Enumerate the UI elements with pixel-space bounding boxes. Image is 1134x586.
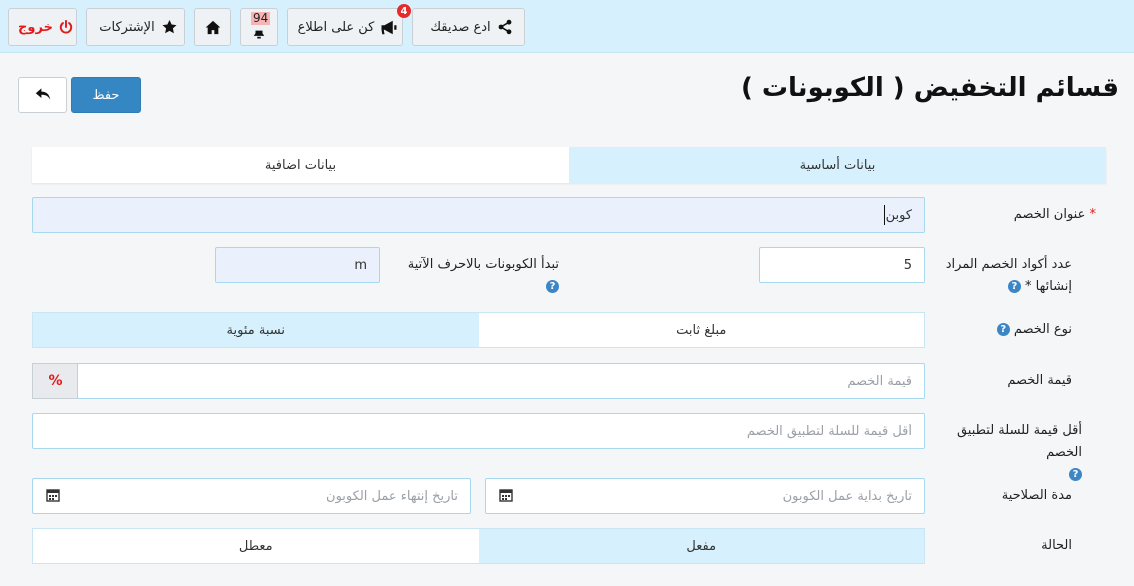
discount-title-label: * عنوان الخصم bbox=[926, 204, 1096, 226]
notifications-count: 94 bbox=[251, 11, 271, 25]
help-icon[interactable]: ? bbox=[546, 280, 559, 293]
stay-informed-button[interactable]: 4 كن على اطلاع bbox=[287, 4, 411, 46]
codes-count-label: عدد أكواد الخصم المراد إنشائها * ? bbox=[927, 254, 1072, 298]
discount-type-label: نوع الخصم ? bbox=[932, 319, 1072, 341]
bell-icon bbox=[252, 30, 266, 40]
help-icon[interactable]: ? bbox=[1069, 468, 1082, 481]
discount-title-label-text: عنوان الخصم bbox=[1013, 207, 1086, 222]
codes-count-required-mark: * bbox=[1025, 279, 1032, 294]
discount-value-label: قيمة الخصم bbox=[1007, 373, 1072, 388]
stay-informed-label: كن على اطلاع bbox=[297, 19, 375, 35]
power-icon bbox=[59, 20, 73, 34]
tab-additional-info[interactable]: بيانات اضافية bbox=[32, 147, 569, 183]
top-bar: خروج الإشتركات 94 4 كن على اطلاع ادع صدي… bbox=[0, 0, 1134, 53]
status-toggle: مفعل معطل bbox=[32, 528, 925, 564]
star-icon bbox=[161, 19, 178, 35]
start-date-input[interactable] bbox=[485, 478, 925, 514]
discount-title-input[interactable] bbox=[32, 197, 925, 233]
home-button[interactable] bbox=[194, 8, 231, 46]
validity-label: مدة الصلاحية bbox=[1001, 488, 1072, 503]
end-date-field bbox=[32, 478, 471, 514]
invite-friend-label: ادع صديقك bbox=[430, 19, 491, 35]
megaphone-icon bbox=[380, 20, 398, 35]
invite-friend-button[interactable]: ادع صديقك bbox=[412, 8, 525, 46]
status-label: الحالة bbox=[1041, 538, 1072, 553]
help-icon[interactable]: ? bbox=[996, 323, 1010, 336]
percent-addon: % bbox=[32, 363, 78, 399]
tab-basic-info[interactable]: بيانات أساسية bbox=[569, 147, 1106, 183]
codes-count-input[interactable] bbox=[759, 247, 925, 283]
share-icon bbox=[497, 19, 513, 35]
back-button[interactable] bbox=[18, 77, 67, 113]
help-icon[interactable]: ? bbox=[1007, 280, 1021, 293]
subscriptions-button[interactable]: الإشتركات bbox=[86, 8, 185, 46]
start-date-field bbox=[485, 478, 925, 514]
home-icon bbox=[205, 20, 221, 35]
prefix-label-text: تبدأ الكوبونات بالاحرف الآتية bbox=[407, 257, 559, 272]
notifications-button[interactable]: 94 bbox=[240, 8, 278, 46]
status-disabled[interactable]: معطل bbox=[33, 529, 479, 563]
page-title: قسائم التخفيض ( الكوبونات ) bbox=[740, 73, 1119, 103]
subscriptions-label: الإشتركات bbox=[99, 19, 155, 35]
end-date-input[interactable] bbox=[32, 478, 471, 514]
min-cart-input[interactable] bbox=[32, 413, 925, 449]
discount-value-input[interactable] bbox=[77, 363, 925, 399]
min-cart-label-text: أقل قيمة للسلة لتطبيق الخصم bbox=[956, 423, 1082, 460]
status-enabled[interactable]: مفعل bbox=[478, 529, 924, 563]
logout-button[interactable]: خروج bbox=[8, 8, 77, 46]
discount-type-percent[interactable]: نسبة مئوية bbox=[33, 313, 479, 347]
stay-informed-badge: 4 bbox=[397, 4, 411, 18]
min-cart-label: أقل قيمة للسلة لتطبيق الخصم ? bbox=[932, 420, 1082, 486]
form-tabs: بيانات أساسية بيانات اضافية bbox=[32, 147, 1106, 183]
prefix-input[interactable] bbox=[215, 247, 380, 283]
logout-label: خروج bbox=[18, 19, 53, 35]
required-mark: * bbox=[1089, 207, 1097, 222]
discount-type-fixed[interactable]: مبلغ ثابت bbox=[478, 313, 924, 347]
text-cursor bbox=[884, 205, 885, 225]
prefix-label: تبدأ الكوبونات بالاحرف الآتية ? bbox=[379, 254, 559, 298]
discount-type-label-text: نوع الخصم bbox=[1013, 322, 1072, 337]
reply-arrow-icon bbox=[35, 87, 51, 104]
discount-type-toggle: مبلغ ثابت نسبة مئوية bbox=[32, 312, 925, 348]
save-button[interactable]: حفظ bbox=[71, 77, 141, 113]
